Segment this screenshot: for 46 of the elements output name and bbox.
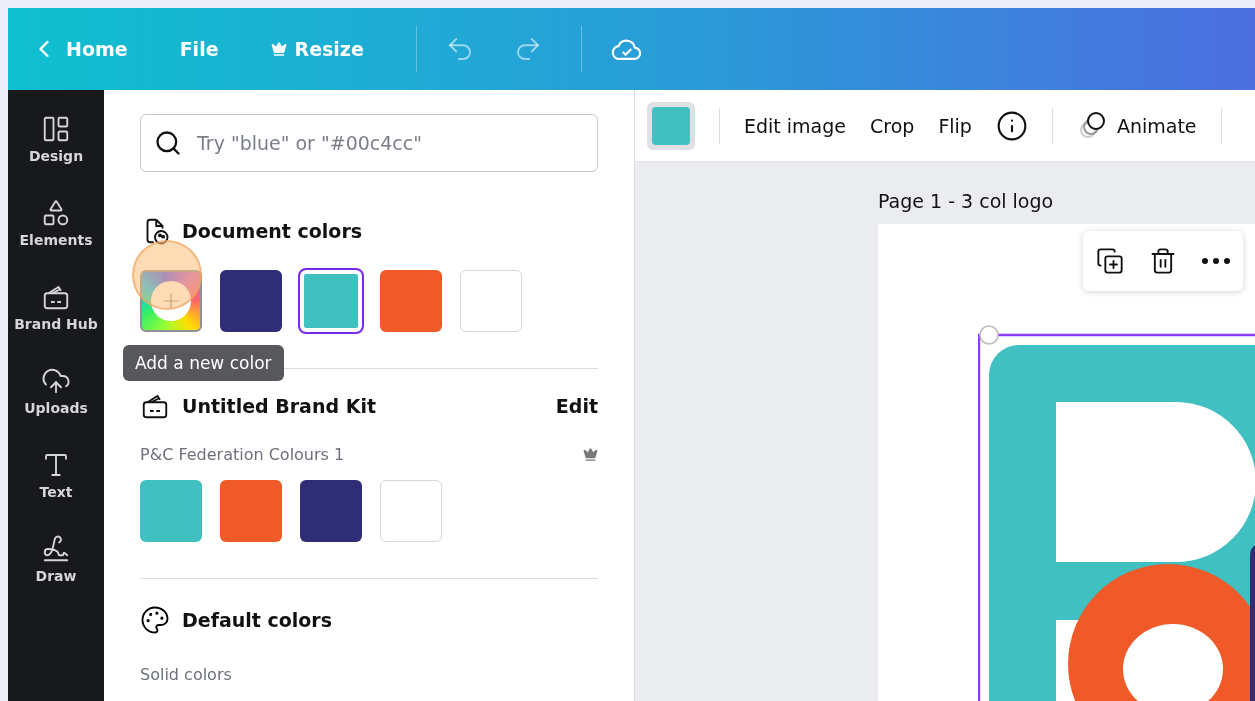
sidebar-item[interactable]: Elements [8,198,104,248]
color-swatch[interactable] [300,480,362,542]
crown-icon [583,447,598,462]
sidebar-item[interactable]: Brand Hub [8,282,104,332]
toolbar-button[interactable]: Edit image [744,114,846,137]
trash-icon [1149,247,1177,275]
color-swatch[interactable] [220,480,282,542]
add-color-button[interactable] [140,270,202,332]
info-icon [995,109,1028,142]
search-icon [154,129,182,157]
color-button[interactable] [647,101,695,150]
more-icon [1202,258,1231,264]
shapes-icon [41,198,71,228]
crown-icon [270,41,287,57]
color-swatch[interactable] [380,270,442,332]
sidebar-item[interactable]: Text [8,450,104,500]
sidebar-item[interactable]: Draw [8,534,104,584]
tooltip: Add a new color [123,345,284,381]
delete-button[interactable] [1149,247,1177,275]
page-label: Page 1 - 3 col logo [878,190,1055,212]
layout-icon [41,114,71,144]
subsection-title: Solid colors [140,665,232,684]
color-swatch[interactable] [460,270,522,332]
duplicate-button[interactable] [1095,247,1124,275]
pen-icon [41,534,71,564]
search-field[interactable]: Try "blue" or "#00c4cc" [140,114,598,172]
color-swatch[interactable] [220,270,282,332]
section-title: Document colors [182,220,363,242]
edit-button[interactable]: Edit [555,395,598,417]
copy-plus-icon [1095,247,1124,275]
info-button[interactable] [995,109,1028,142]
color-swatch[interactable] [140,480,202,542]
palette-icon [140,605,170,635]
cursor-highlight [132,240,202,310]
cloud-upload-icon [41,366,71,396]
section-title: Default colors [182,609,333,631]
palette-name: P&C Federation Colours 1 [140,445,345,464]
toolbar-button[interactable]: Crop [870,114,915,137]
color-swatch[interactable] [380,480,442,542]
sidebar-item[interactable]: Uploads [8,366,104,416]
sidebar-item[interactable]: Design [8,114,104,164]
animate-button[interactable]: Animate [1076,109,1197,142]
toolbar-button[interactable]: Flip [938,114,972,137]
color-swatch[interactable] [300,270,362,332]
more-button[interactable] [1202,258,1231,264]
section-title: Untitled Brand Kit [182,395,376,417]
